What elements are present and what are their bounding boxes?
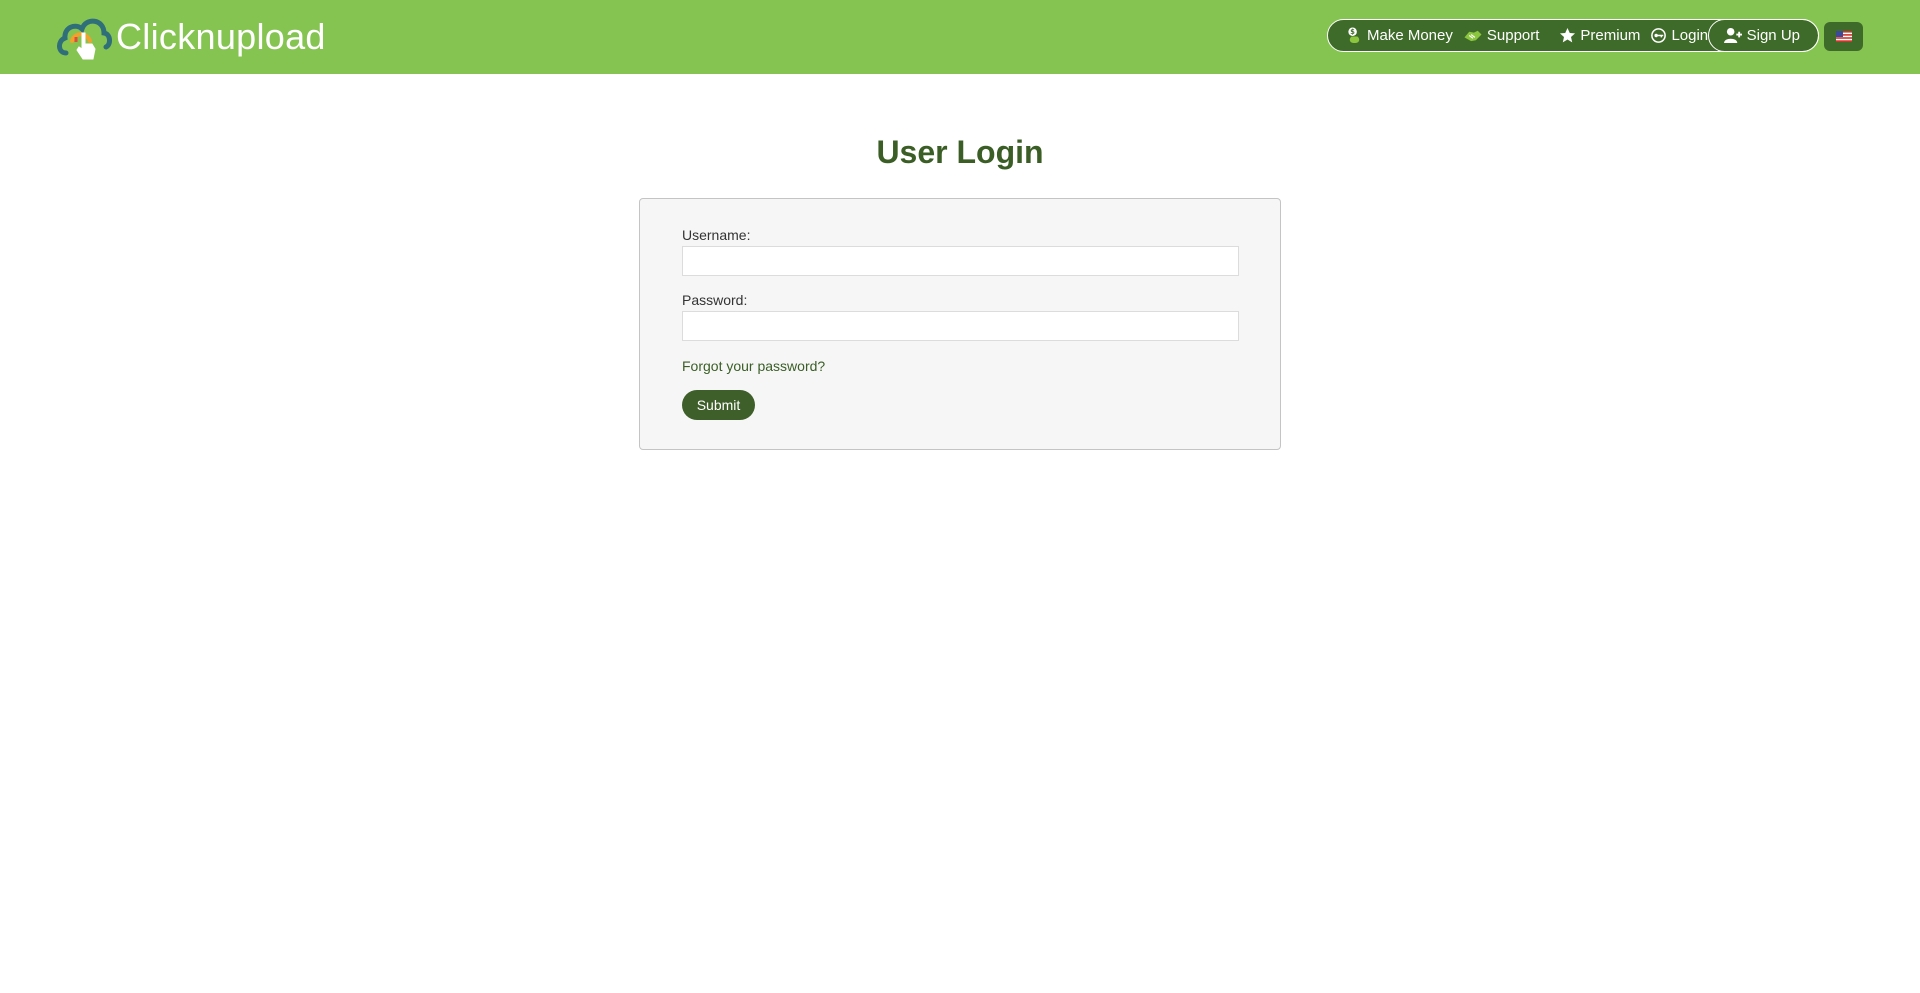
- page-title: User Login: [876, 134, 1044, 170]
- username-input[interactable]: [682, 246, 1239, 276]
- password-input[interactable]: [682, 311, 1239, 341]
- nav-make-money[interactable]: $ Make Money: [1346, 20, 1453, 51]
- logo-text: Clicknupload: [116, 16, 326, 57]
- nav-premium-label: Premium: [1580, 27, 1641, 44]
- signup-button[interactable]: Sign Up: [1707, 19, 1819, 52]
- money-bag-icon: $: [1348, 27, 1360, 44]
- signup-label: Sign Up: [1746, 27, 1800, 44]
- site-logo[interactable]: Clicknupload: [56, 14, 326, 60]
- nav-support[interactable]: Support: [1463, 20, 1540, 51]
- nav-login-label: Login: [1671, 27, 1709, 44]
- user-plus-icon: [1723, 27, 1742, 44]
- nav-make-money-label: Make Money: [1367, 27, 1453, 44]
- password-label: Password:: [682, 292, 748, 308]
- top-header: Clicknupload $ Make Money Support Premiu…: [0, 0, 1920, 74]
- star-icon: [1560, 27, 1576, 43]
- key-icon: [1651, 28, 1667, 43]
- nav-login[interactable]: Login: [1650, 20, 1708, 51]
- username-label: Username:: [682, 227, 751, 243]
- main-nav: $ Make Money Support Premium Login Sign …: [1327, 19, 1819, 52]
- language-selector[interactable]: [1824, 22, 1863, 51]
- submit-button[interactable]: Submit: [682, 390, 755, 420]
- nav-premium[interactable]: Premium: [1559, 20, 1640, 51]
- svg-text:$: $: [1350, 28, 1355, 36]
- cloud-cursor-logo-icon: [57, 18, 112, 60]
- login-form: Username: Password: Forgot your password…: [639, 198, 1281, 450]
- handshake-icon: [1464, 30, 1482, 42]
- us-flag-icon: [1835, 31, 1852, 42]
- forgot-password-link[interactable]: Forgot your password?: [682, 358, 825, 374]
- nav-support-label: Support: [1486, 27, 1540, 44]
